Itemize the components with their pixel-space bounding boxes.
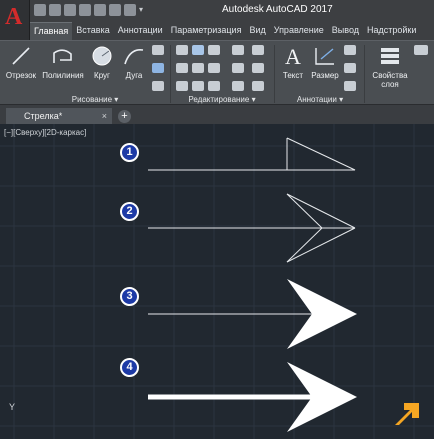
dimension-label: Размер xyxy=(311,71,339,80)
ribbon-panel: Отрезок Полилиния Круг Дуга Рисование ▾ … xyxy=(0,40,434,104)
rectangle-icon[interactable] xyxy=(152,45,164,55)
arrow-3-filled[interactable] xyxy=(148,279,357,349)
break-icon[interactable] xyxy=(252,63,264,73)
close-icon[interactable]: × xyxy=(102,108,107,124)
ucs-icon: Y xyxy=(9,402,15,412)
step-badge-1: 1 xyxy=(120,143,139,162)
leader-icon[interactable] xyxy=(344,45,356,55)
tab-view[interactable]: Вид xyxy=(245,22,269,40)
copy-icon[interactable] xyxy=(176,63,188,73)
application-menu-button[interactable]: A xyxy=(0,0,30,40)
group-divider xyxy=(364,45,365,103)
layer-properties-label-1: Свойства xyxy=(372,71,408,80)
circle-label: Круг xyxy=(94,71,110,80)
drawing-area xyxy=(0,124,434,439)
tab-addins[interactable]: Надстройки xyxy=(363,22,420,40)
undo-icon[interactable] xyxy=(109,4,121,16)
document-tab-bar: Стрелка* × + xyxy=(0,104,434,125)
polyline-icon xyxy=(51,45,75,67)
watermark-arrow-icon xyxy=(395,403,419,425)
layer-state-icon[interactable] xyxy=(414,45,428,55)
new-tab-button[interactable]: + xyxy=(118,110,131,123)
dropdown-icon[interactable]: ▾ xyxy=(139,4,147,16)
text-icon: A xyxy=(281,44,305,69)
group-divider xyxy=(170,45,171,103)
arc-label: Дуга xyxy=(125,71,143,80)
array-icon[interactable] xyxy=(208,81,220,91)
svg-text:A: A xyxy=(285,45,301,67)
ribbon-tabs: Главная Вставка Аннотации Параметризация… xyxy=(30,22,434,40)
grid xyxy=(0,124,434,439)
step-badge-4: 4 xyxy=(120,358,139,377)
rotate-icon[interactable] xyxy=(192,45,204,55)
autocad-logo-icon: A xyxy=(5,4,23,30)
fillet-icon[interactable] xyxy=(208,63,220,73)
new-icon[interactable] xyxy=(34,4,46,16)
title-bar: ▾ Autodesk AutoCAD 2017 xyxy=(0,0,434,22)
step-badge-3: 3 xyxy=(120,287,139,306)
layer-properties-label-2: слоя xyxy=(381,80,399,89)
layers-icon xyxy=(378,45,402,67)
save-as-icon[interactable] xyxy=(79,4,91,16)
arrow-1-outline[interactable] xyxy=(148,137,356,171)
text-button[interactable]: A Текст xyxy=(278,44,308,80)
join-icon[interactable] xyxy=(252,45,264,55)
ucs-y-label: Y xyxy=(9,402,16,412)
redo-icon[interactable] xyxy=(124,4,136,16)
quick-access-toolbar: ▾ xyxy=(34,4,147,18)
erase-icon[interactable] xyxy=(232,45,244,55)
print-icon[interactable] xyxy=(94,4,106,16)
line-label: Отрезок xyxy=(5,71,37,80)
table-icon[interactable] xyxy=(344,63,356,73)
tab-home[interactable]: Главная xyxy=(30,22,73,40)
polyline-label: Полилиния xyxy=(42,71,84,80)
explode-icon[interactable] xyxy=(232,63,244,73)
text-label: Текст xyxy=(282,71,304,80)
arrow-4-thick[interactable] xyxy=(148,362,357,432)
document-tab-label: Стрелка* xyxy=(24,111,63,121)
app-title: Autodesk AutoCAD 2017 xyxy=(222,4,333,15)
arc-icon xyxy=(122,45,146,67)
polyline-button[interactable]: Полилиния xyxy=(40,45,86,80)
open-icon[interactable] xyxy=(49,4,61,16)
mirror-icon[interactable] xyxy=(192,63,204,73)
tab-parametric[interactable]: Параметризация xyxy=(167,22,246,40)
hatch-icon[interactable] xyxy=(152,63,164,73)
stretch-icon[interactable] xyxy=(176,81,188,91)
markup-icon[interactable] xyxy=(344,81,356,91)
dimension-button[interactable]: Размер xyxy=(310,45,340,80)
group-divider xyxy=(274,45,275,103)
scale-icon[interactable] xyxy=(192,81,204,91)
move-icon[interactable] xyxy=(176,45,188,55)
tab-insert[interactable]: Вставка xyxy=(72,22,113,40)
drawing-canvas[interactable]: [−][Сверху][2D-каркас] 1 2 3 4 Y xyxy=(0,124,434,439)
tab-annotate[interactable]: Аннотации xyxy=(114,22,167,40)
line-button[interactable]: Отрезок xyxy=(4,45,38,80)
offset-icon[interactable] xyxy=(232,81,244,91)
step-badge-2: 2 xyxy=(120,202,139,221)
line-icon xyxy=(9,45,33,67)
dimension-icon xyxy=(313,45,337,67)
arrow-2-outline[interactable] xyxy=(148,193,356,263)
circle-icon xyxy=(90,45,114,67)
save-icon[interactable] xyxy=(64,4,76,16)
document-tab[interactable]: Стрелка* × xyxy=(6,108,112,125)
arc-button[interactable]: Дуга xyxy=(120,45,148,80)
tab-manage[interactable]: Управление xyxy=(270,22,328,40)
layer-properties-button[interactable]: Свойства слоя xyxy=(368,45,412,89)
chamfer-icon[interactable] xyxy=(252,81,264,91)
circle-button[interactable]: Круг xyxy=(88,45,116,80)
trim-icon[interactable] xyxy=(208,45,220,55)
tab-output[interactable]: Вывод xyxy=(328,22,363,40)
viewport-controls-label[interactable]: [−][Сверху][2D-каркас] xyxy=(4,128,86,137)
region-icon[interactable] xyxy=(152,81,164,91)
